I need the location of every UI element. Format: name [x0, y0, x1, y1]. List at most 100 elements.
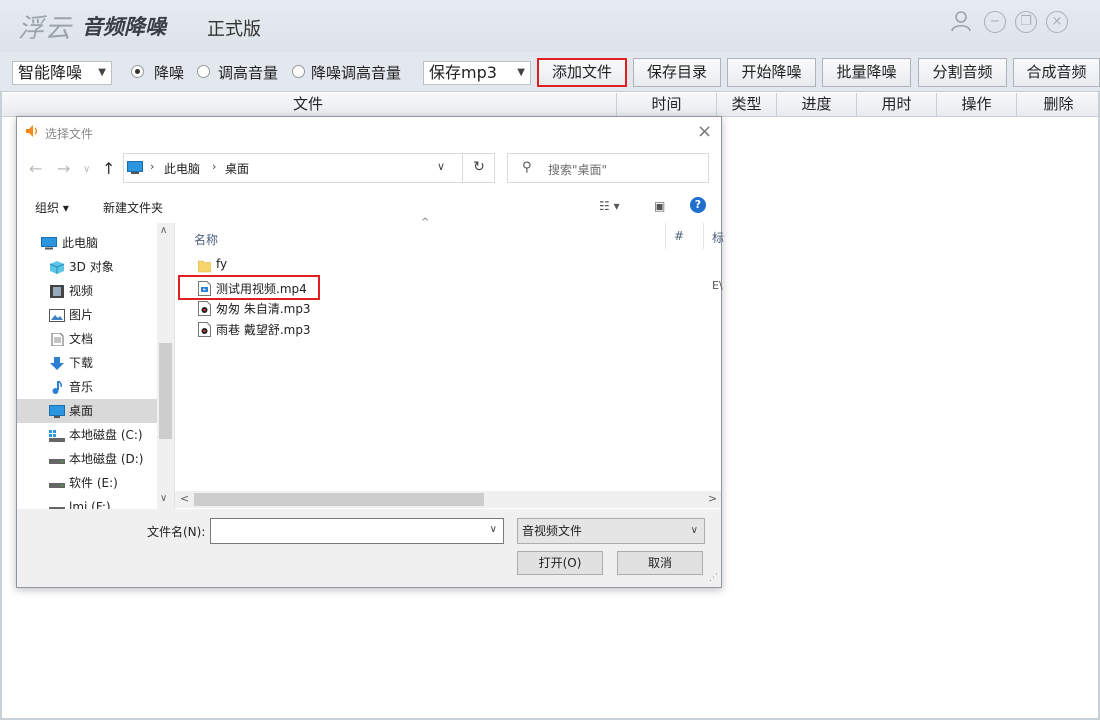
col-elapsed[interactable]: 用时: [857, 93, 937, 117]
tree-item-drive-c[interactable]: 本地磁盘 (C:): [17, 423, 157, 447]
radio-denoise-volume-up[interactable]: [292, 65, 305, 78]
file-type-filter[interactable]: 音视频文件 ∨: [517, 518, 705, 544]
pc-icon: [127, 161, 143, 174]
speaker-icon: [26, 125, 38, 137]
chevron-down-icon[interactable]: ∨: [437, 160, 445, 173]
file-list-hscrollbar[interactable]: < >: [175, 491, 721, 508]
col-file[interactable]: 文件: [0, 93, 617, 117]
tree-item-3d-objects[interactable]: 3D 对象: [17, 255, 157, 279]
radio-volume-up-label[interactable]: 调高音量: [218, 62, 278, 83]
chevron-left-icon[interactable]: <: [180, 492, 189, 505]
radio-denoise-volume-up-label[interactable]: 降噪调高音量: [311, 62, 401, 83]
help-icon[interactable]: ?: [690, 197, 706, 213]
drive-icon: [49, 483, 65, 488]
col-separator[interactable]: [665, 223, 666, 249]
col-action[interactable]: 操作: [937, 93, 1017, 117]
chevron-up-icon[interactable]: ∧: [160, 225, 167, 236]
search-box[interactable]: ⚲ 搜索"桌面": [507, 153, 709, 183]
tree-item-label: 音乐: [69, 380, 94, 394]
refresh-icon[interactable]: ↻: [462, 154, 495, 182]
tree-item-label: 桌面: [69, 404, 94, 418]
col-separator[interactable]: [703, 223, 704, 249]
search-icon: ⚲: [522, 160, 532, 175]
file-item-video[interactable]: 测试用视频.mp4: [178, 275, 320, 300]
tree-item-desktop[interactable]: 桌面: [17, 399, 157, 423]
breadcrumb-desktop[interactable]: 桌面: [225, 160, 249, 177]
tree-item-label: 下载: [69, 356, 94, 370]
nav-tree: 此电脑 3D 对象 视频 图片 文档 下载 音乐 桌面 本地磁盘 (C:) 本地…: [17, 223, 174, 509]
tree-item-label: 软件 (E:): [69, 476, 118, 490]
tree-item-documents[interactable]: 文档: [17, 327, 157, 351]
tree-item-pictures[interactable]: 图片: [17, 303, 157, 327]
file-item-audio[interactable]: 雨巷 戴望舒.mp3: [194, 319, 354, 340]
file-name: 匆匆 朱自清.mp3: [216, 302, 311, 316]
col-tag-header[interactable]: 标: [712, 229, 724, 246]
radio-denoise[interactable]: [131, 65, 144, 78]
col-name-header[interactable]: 名称: [194, 231, 218, 248]
app-titlebar: 浮云 音频降噪 正式版 − ❐ ×: [0, 0, 1100, 52]
save-dir-button[interactable]: 保存目录: [633, 58, 721, 87]
file-item-folder[interactable]: fy: [194, 255, 354, 276]
resize-grip-icon[interactable]: ⋰: [709, 573, 718, 583]
user-icon[interactable]: [950, 10, 972, 32]
forward-arrow-icon[interactable]: →: [57, 159, 70, 178]
file-item-audio[interactable]: 匆匆 朱自清.mp3: [194, 298, 354, 319]
address-bar[interactable]: › 此电脑 › 桌面 ∨ ↻: [123, 153, 495, 183]
scrollbar-thumb[interactable]: [159, 343, 172, 439]
cancel-button[interactable]: 取消: [617, 551, 703, 575]
col-hash-header[interactable]: #: [674, 229, 684, 243]
3d-objects-icon: [49, 261, 65, 274]
tree-item-drive-e[interactable]: 软件 (E:): [17, 471, 157, 495]
split-audio-button[interactable]: 分割音频: [918, 58, 1007, 87]
radio-volume-up[interactable]: [197, 65, 210, 78]
tree-item-music[interactable]: 音乐: [17, 375, 157, 399]
chevron-down-icon[interactable]: ∨: [160, 493, 167, 504]
breadcrumb-pc[interactable]: 此电脑: [164, 160, 200, 177]
scrollbar-thumb[interactable]: [194, 493, 484, 506]
chevron-down-icon: ▼: [517, 67, 525, 78]
tree-item-drive-f[interactable]: lmj (F:): [17, 495, 157, 509]
format-select[interactable]: 保存mp3 ▼: [423, 61, 531, 85]
new-folder-button[interactable]: 新建文件夹: [103, 199, 163, 216]
recent-chevron-icon[interactable]: ∨: [83, 164, 90, 175]
music-icon: [52, 381, 62, 394]
col-delete[interactable]: 删除: [1017, 93, 1100, 117]
filename-input[interactable]: ∨: [210, 518, 504, 544]
tree-item-pc[interactable]: 此电脑: [17, 231, 157, 255]
up-arrow-icon[interactable]: ↑: [102, 159, 115, 178]
dialog-title: 选择文件: [45, 127, 94, 141]
col-progress[interactable]: 进度: [777, 93, 857, 117]
brand-logo: 浮云: [18, 14, 73, 44]
documents-icon: [51, 333, 64, 346]
tree-scrollbar[interactable]: ∧ ∨: [157, 223, 174, 509]
tree-item-label: 3D 对象: [69, 260, 114, 274]
close-icon[interactable]: ×: [1046, 11, 1068, 33]
pane-divider[interactable]: [174, 223, 175, 509]
file-tag-value: E\: [712, 279, 723, 292]
radio-denoise-label[interactable]: 降噪: [154, 62, 184, 83]
add-file-button[interactable]: 添加文件: [537, 58, 627, 87]
merge-audio-button[interactable]: 合成音频: [1013, 58, 1100, 87]
restore-icon[interactable]: ❐: [1015, 11, 1037, 33]
chevron-down-icon: ∨: [690, 525, 698, 536]
edition-label: 正式版: [207, 19, 261, 40]
file-name: 雨巷 戴望舒.mp3: [216, 323, 311, 337]
chevron-right-icon[interactable]: >: [708, 492, 717, 505]
batch-denoise-button[interactable]: 批量降噪: [822, 58, 911, 87]
tree-item-video[interactable]: 视频: [17, 279, 157, 303]
back-arrow-icon[interactable]: ←: [29, 159, 42, 178]
col-type[interactable]: 类型: [717, 93, 777, 117]
dialog-close-icon[interactable]: ×: [697, 121, 712, 142]
open-button[interactable]: 打开(O): [517, 551, 603, 575]
col-time[interactable]: 时间: [617, 93, 717, 117]
tree-item-drive-d[interactable]: 本地磁盘 (D:): [17, 447, 157, 471]
preview-pane-icon[interactable]: ▣: [654, 199, 665, 213]
minimize-icon[interactable]: −: [984, 11, 1006, 33]
chevron-down-icon[interactable]: ∨: [490, 524, 497, 535]
toolbar: 智能降噪 ▼ 降噪 调高音量 降噪调高音量 保存mp3 ▼ 添加文件 保存目录 …: [0, 52, 1100, 92]
organize-menu[interactable]: 组织 ▾: [35, 199, 69, 216]
mode-select[interactable]: 智能降噪 ▼: [12, 61, 112, 85]
view-options-icon[interactable]: ☷ ▾: [599, 199, 620, 213]
start-denoise-button[interactable]: 开始降噪: [727, 58, 816, 87]
tree-item-downloads[interactable]: 下载: [17, 351, 157, 375]
